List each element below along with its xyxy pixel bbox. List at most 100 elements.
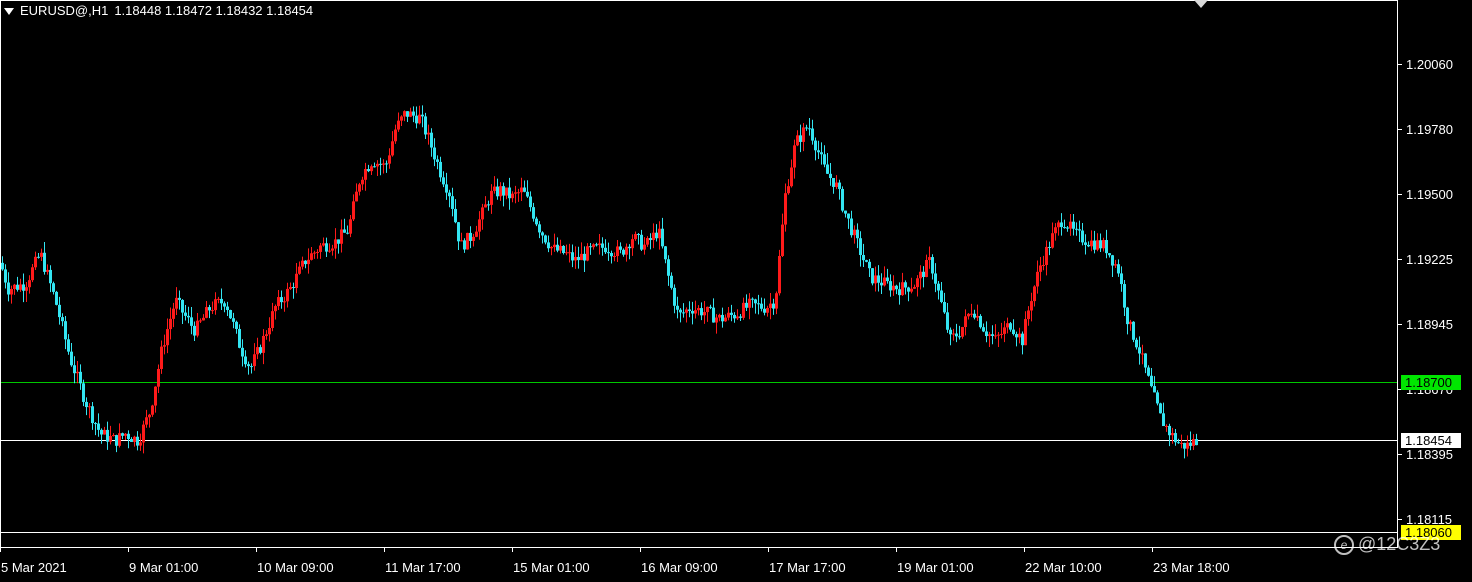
candle-body: [451, 196, 454, 209]
time-tick-label: 10 Mar 09:00: [257, 560, 334, 575]
candle-body: [1102, 240, 1105, 249]
candle-body: [928, 257, 931, 260]
candle-body: [178, 297, 181, 300]
candle-body: [202, 317, 205, 321]
candle-body: [847, 213, 850, 219]
candle-body: [1096, 240, 1099, 250]
time-tick-label: 15 Mar 01:00: [513, 560, 590, 575]
candle-body: [1042, 264, 1045, 266]
candle-body: [643, 244, 646, 250]
candle-body: [1030, 301, 1033, 311]
candle-body: [1078, 229, 1081, 231]
candle-body: [718, 314, 721, 318]
candle-body: [1168, 425, 1171, 436]
candle-body: [25, 287, 28, 291]
candle-body: [595, 244, 598, 246]
candle-body: [652, 232, 655, 241]
candle-body: [850, 218, 853, 236]
candle-body: [685, 309, 688, 313]
candle-body: [541, 232, 544, 236]
candle-body: [700, 308, 703, 316]
candle-body: [994, 335, 997, 337]
time-tick-label: 19 Mar 01:00: [897, 560, 974, 575]
candle-body: [859, 238, 862, 256]
candle-body: [394, 129, 397, 142]
candle-body: [886, 277, 889, 282]
candle-body: [226, 306, 229, 311]
candle-body: [802, 127, 805, 142]
candle-body: [1153, 386, 1156, 393]
chart-shift-marker-icon[interactable]: [1194, 0, 1208, 8]
candle-body: [1099, 240, 1102, 249]
candle-body: [1054, 227, 1057, 234]
candle-body: [403, 111, 406, 117]
candle-body: [961, 327, 964, 337]
candle-body: [1123, 284, 1126, 308]
candle-body: [931, 257, 934, 274]
candle-body: [655, 232, 658, 239]
candle-body: [73, 365, 76, 374]
candle-body: [415, 115, 418, 124]
candle-body: [436, 159, 439, 162]
candle-body: [1171, 433, 1174, 436]
candle-body: [832, 178, 835, 187]
price-level-badge-text: 1.18700: [1405, 375, 1452, 390]
candles: [1, 105, 1198, 459]
candle-body: [49, 269, 52, 284]
candle-body: [1000, 333, 1003, 335]
candle-body: [370, 166, 373, 172]
candle-body: [214, 299, 217, 311]
candle-body: [466, 232, 469, 250]
candle-body: [1138, 347, 1141, 354]
candle-body: [229, 310, 232, 319]
candle-body: [1105, 240, 1108, 254]
candle-body: [796, 135, 799, 146]
candle-body: [382, 163, 385, 165]
candle-body: [442, 177, 445, 185]
price-chart[interactable]: 1.200601.197801.195001.192251.189451.186…: [0, 0, 1472, 582]
candle-body: [952, 333, 955, 335]
candle-body: [253, 354, 256, 367]
candle-body: [85, 401, 88, 408]
symbol-name: EURUSD@,H1: [20, 3, 109, 18]
candle-body: [244, 356, 247, 365]
time-tick-label: 23 Mar 18:00: [1153, 560, 1230, 575]
candle-body: [1027, 310, 1030, 320]
candle-body: [271, 311, 274, 328]
candle-body: [43, 252, 46, 272]
candle-body: [148, 414, 151, 418]
candle-body: [898, 289, 901, 296]
candle-body: [670, 275, 673, 288]
candle-body: [397, 120, 400, 130]
candle-body: [421, 114, 424, 117]
candle-body: [523, 187, 526, 192]
candle-body: [538, 224, 541, 233]
candle-body: [988, 334, 991, 337]
candle-body: [361, 179, 364, 185]
chart-menu-icon[interactable]: [4, 7, 14, 15]
candle-body: [745, 302, 748, 308]
candle-body: [1129, 321, 1132, 325]
candle-body: [406, 111, 409, 117]
candle-body: [601, 243, 604, 248]
candle-body: [1093, 240, 1096, 250]
candle-body: [127, 433, 130, 440]
candle-body: [751, 298, 754, 300]
candle-body: [916, 278, 919, 288]
candle-body: [364, 169, 367, 180]
candle-body: [790, 167, 793, 187]
candle-body: [4, 269, 7, 283]
candle-body: [145, 417, 148, 425]
candle-body: [1159, 403, 1162, 414]
candle-body: [754, 299, 757, 304]
candle-body: [568, 252, 571, 254]
candle-body: [703, 312, 706, 316]
candle-body: [496, 186, 499, 197]
candle-body: [247, 364, 250, 367]
candle-body: [892, 285, 895, 291]
time-tick-label: 5 Mar 2021: [1, 560, 67, 575]
candle-body: [709, 306, 712, 308]
candle-body: [844, 210, 847, 214]
candle-body: [1057, 222, 1060, 228]
candle-body: [874, 275, 877, 284]
